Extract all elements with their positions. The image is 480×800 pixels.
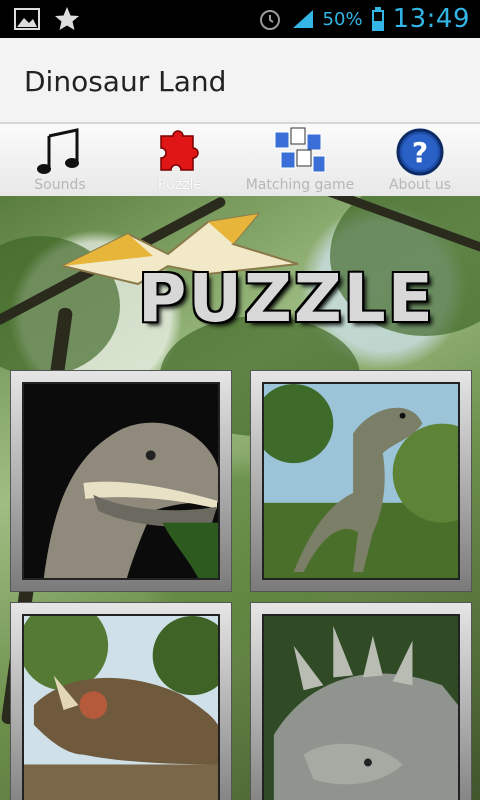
allosaurus-puzzle-card[interactable] xyxy=(250,370,472,592)
svg-text:?: ? xyxy=(412,136,428,169)
stegosaurus-puzzle-card[interactable] xyxy=(250,602,472,800)
clock: 13:49 xyxy=(392,4,470,34)
cards-icon xyxy=(274,127,326,173)
alarm-icon xyxy=(259,10,280,30)
t-rex-image xyxy=(22,382,220,580)
tab-matching-game[interactable]: Matching game xyxy=(240,124,360,196)
tab-about-us-label: About us xyxy=(388,177,451,193)
battery-percent: 50% xyxy=(322,8,363,30)
tab-sounds-label: Sounds xyxy=(34,177,86,193)
t-rex-puzzle-card[interactable] xyxy=(10,370,232,592)
action-bar: Dinosaur Land xyxy=(0,38,480,124)
tab-puzzle-label: Puzzle xyxy=(157,177,203,193)
tab-puzzle[interactable]: Puzzle xyxy=(120,124,240,196)
status-bar: 50% 13:49 xyxy=(0,0,480,38)
triceratops-image xyxy=(22,614,220,800)
tab-bar: Sounds Puzzle Matching game ? About us xyxy=(0,124,480,196)
tab-about-us[interactable]: ? About us xyxy=(360,124,480,196)
image-notification-icon xyxy=(14,8,40,30)
signal-icon xyxy=(292,10,313,28)
triceratops-puzzle-card[interactable] xyxy=(10,602,232,800)
puzzle-piece-icon xyxy=(160,130,199,171)
app-title: Dinosaur Land xyxy=(24,65,227,98)
question-icon: ? xyxy=(396,128,444,176)
puzzle-logo: PUZZLE xyxy=(58,204,433,354)
music-note-icon xyxy=(37,128,79,174)
tab-sounds[interactable]: Sounds xyxy=(0,124,120,196)
puzzle-screen: PUZZLE xyxy=(0,196,480,800)
puzzle-title: PUZZLE xyxy=(138,260,435,337)
stegosaurus-image xyxy=(262,614,460,800)
tab-matching-game-label: Matching game xyxy=(245,177,355,193)
battery-icon xyxy=(371,7,384,31)
allosaurus-image xyxy=(262,382,460,580)
star-notification-icon xyxy=(55,7,79,30)
